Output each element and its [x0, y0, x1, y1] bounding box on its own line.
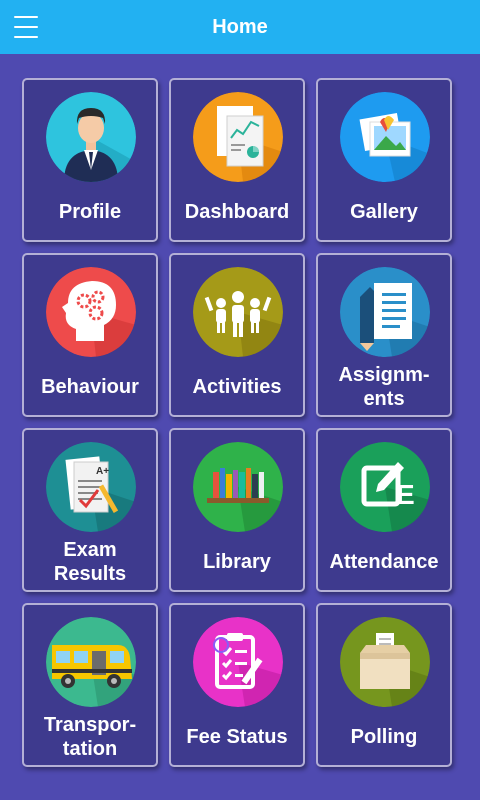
tile-activities[interactable]: Activities [169, 253, 305, 417]
library-icon [193, 442, 283, 532]
tile-exam-results[interactable]: A+ Exam Results [22, 428, 158, 592]
tile-polling[interactable]: Polling [316, 603, 452, 767]
tile-assignments[interactable]: Assignm- ents [316, 253, 452, 417]
ballot-box-icon [340, 617, 430, 707]
tile-label: Gallery [350, 201, 418, 223]
app-bar: Home [0, 0, 480, 54]
tile-label: Exam Results [53, 539, 127, 585]
svg-text:A+: A+ [96, 466, 109, 477]
tile-label: Library [203, 551, 271, 573]
tile-transportation[interactable]: Transpor- tation [22, 603, 158, 767]
tile-label: Assignm- ents [338, 364, 430, 410]
gallery-icon [340, 92, 430, 182]
tile-label: Transpor- tation [43, 714, 137, 760]
tile-label: Attendance [329, 551, 439, 573]
activities-icon [193, 267, 283, 357]
profile-icon [46, 92, 136, 182]
tile-library[interactable]: Library [169, 428, 305, 592]
brain-gears-icon [46, 267, 136, 357]
fee-status-icon [193, 617, 283, 707]
bus-icon [46, 617, 136, 707]
module-grid: Profile Dashboard Gallery Behaviour Acti… [22, 78, 452, 767]
page-title: Home [212, 15, 268, 38]
svg-text:E: E [396, 479, 415, 510]
exam-results-icon: A+ [46, 442, 136, 532]
tile-label: Activities [192, 376, 282, 398]
assignments-icon [340, 267, 430, 357]
tile-label: Dashboard [184, 201, 290, 223]
tile-dashboard[interactable]: Dashboard [169, 78, 305, 242]
tile-profile[interactable]: Profile [22, 78, 158, 242]
tile-label: Profile [58, 201, 122, 223]
tile-gallery[interactable]: Gallery [316, 78, 452, 242]
menu-icon[interactable] [14, 16, 38, 38]
attendance-icon: E [340, 442, 430, 532]
tile-label: Fee Status [186, 726, 288, 748]
tile-label: Behaviour [41, 376, 139, 398]
tile-attendance[interactable]: E Attendance [316, 428, 452, 592]
dashboard-icon [193, 92, 283, 182]
tile-fee-status[interactable]: Fee Status [169, 603, 305, 767]
tile-label: Polling [350, 726, 418, 748]
tile-behaviour[interactable]: Behaviour [22, 253, 158, 417]
